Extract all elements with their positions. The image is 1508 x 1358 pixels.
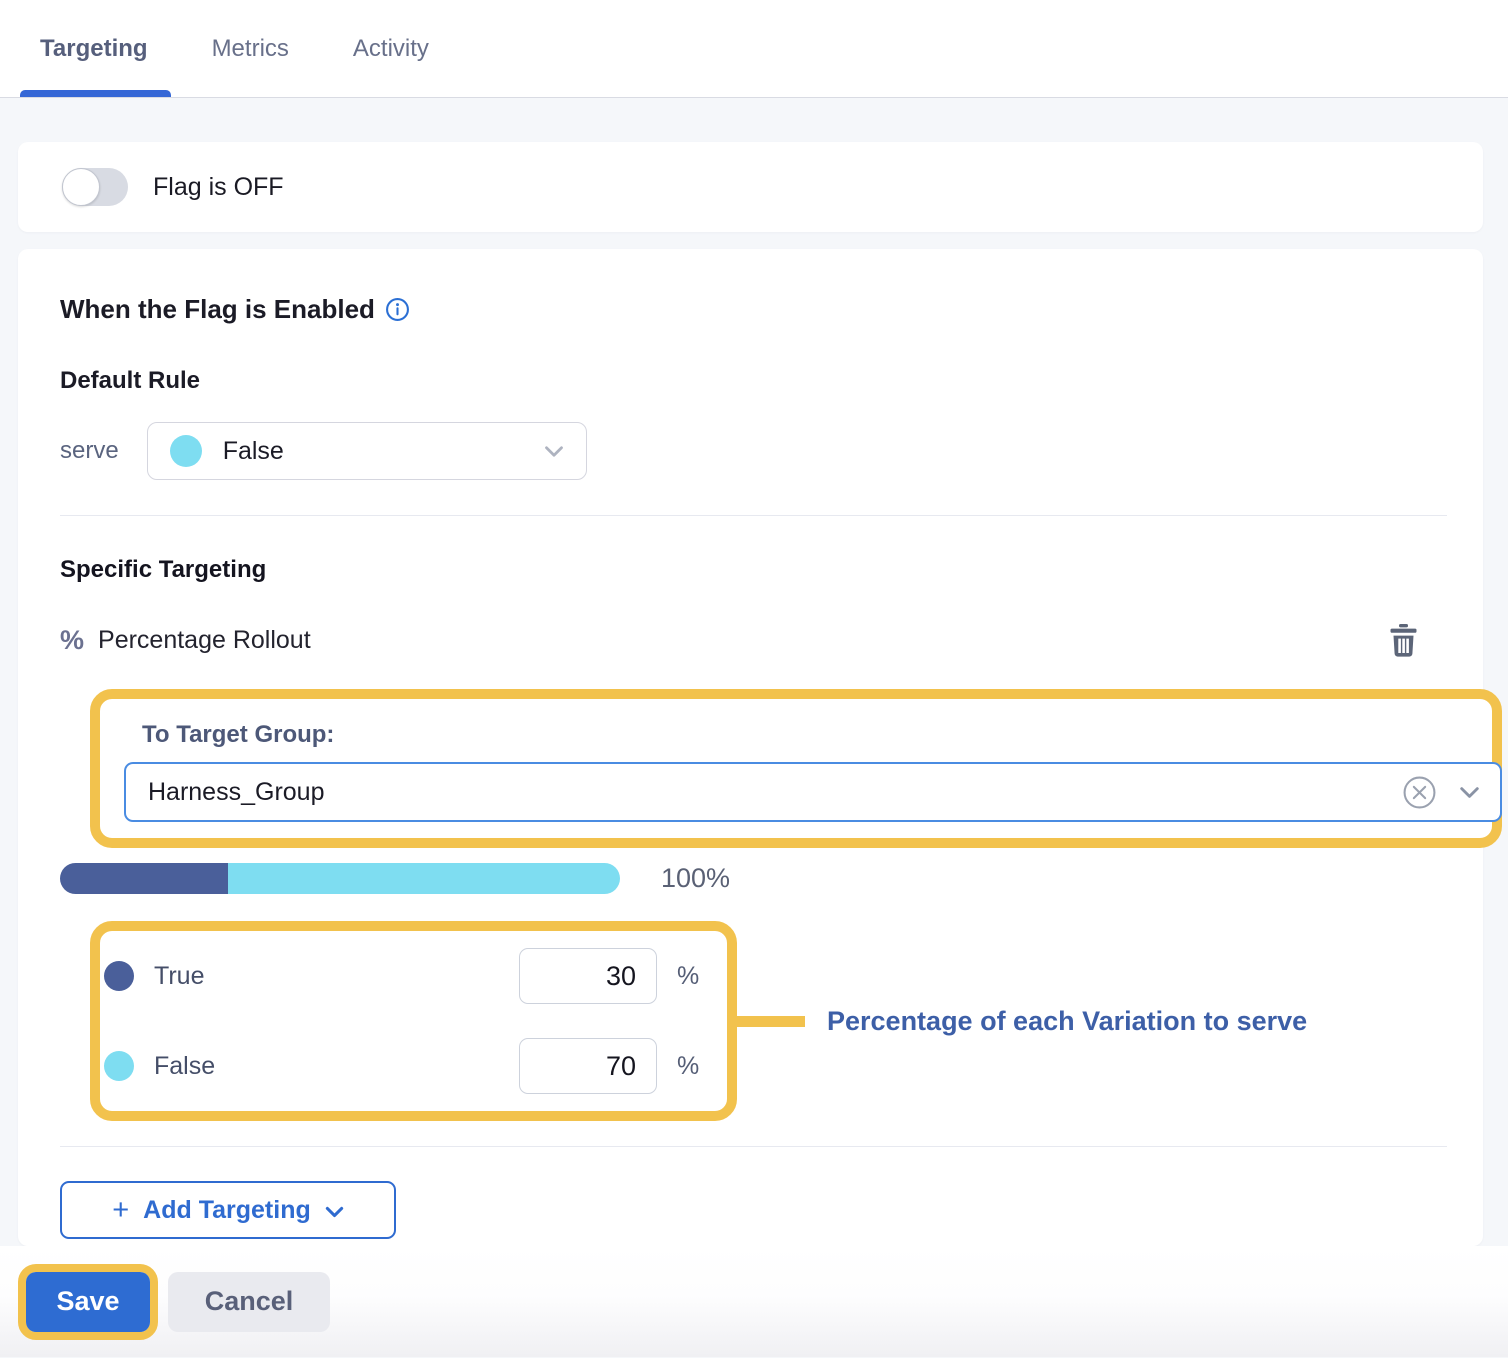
variation-false-name: False	[154, 1052, 215, 1081]
target-group-value: Harness_Group	[148, 778, 324, 807]
clear-selection-icon[interactable]	[1402, 775, 1437, 810]
flag-toggle[interactable]	[62, 168, 128, 206]
add-targeting-label: Add Targeting	[143, 1196, 311, 1225]
default-variation-select[interactable]: False	[147, 422, 587, 480]
tab-metrics[interactable]: Metrics	[212, 0, 289, 97]
variation-true-name: True	[154, 962, 204, 991]
percentage-rollout-header: % Percentage Rollout	[60, 624, 1447, 657]
percentage-rollout-title: Percentage Rollout	[98, 626, 311, 655]
add-targeting-button[interactable]: + Add Targeting	[60, 1181, 396, 1239]
variation-false-weight-input[interactable]	[519, 1038, 657, 1094]
annotation-connector-line	[737, 1016, 805, 1027]
info-icon[interactable]	[385, 297, 410, 322]
chevron-down-icon[interactable]	[1459, 786, 1480, 799]
target-group-select[interactable]: Harness_Group	[124, 762, 1502, 822]
variation-row-true: True %	[100, 945, 727, 1007]
serve-label: serve	[60, 437, 119, 465]
default-variation-value: False	[223, 437, 284, 466]
weight-distribution-bar	[60, 863, 620, 894]
targeting-card: When the Flag is Enabled Default Rule se…	[18, 249, 1483, 1246]
save-highlight-ring: Save	[18, 1264, 158, 1340]
cancel-button[interactable]: Cancel	[168, 1272, 330, 1332]
flag-state-label: Flag is OFF	[153, 173, 284, 202]
bar-segment-false	[228, 863, 620, 894]
flag-state-card: Flag is OFF	[18, 142, 1483, 232]
tab-targeting[interactable]: Targeting	[40, 0, 148, 97]
when-flag-enabled-title: When the Flag is Enabled	[60, 294, 375, 325]
action-footer: Save Cancel	[0, 1246, 1508, 1357]
tab-activity[interactable]: Activity	[353, 0, 429, 97]
bar-segment-true	[60, 863, 228, 894]
variation-true-dot	[104, 961, 134, 991]
variation-annotation-text: Percentage of each Variation to serve	[827, 1006, 1307, 1037]
variations-annotation-row: True % False % Percentage of each Variat…	[60, 894, 1447, 1121]
total-percentage-label: 100%	[661, 863, 730, 894]
chevron-down-icon	[544, 445, 564, 458]
tab-bar: Targeting Metrics Activity	[0, 0, 1508, 98]
variation-false-dot	[104, 1051, 134, 1081]
divider	[60, 515, 1447, 516]
default-rule-row: serve False	[60, 422, 1447, 480]
plus-icon: +	[112, 1196, 129, 1225]
variation-true-weight-input[interactable]	[519, 948, 657, 1004]
target-group-highlight-box: To Target Group: Harness_Group	[90, 689, 1502, 848]
variation-row-false: False %	[100, 1035, 727, 1097]
trash-icon[interactable]	[1389, 624, 1418, 657]
specific-targeting-heading: Specific Targeting	[60, 556, 1447, 584]
chevron-down-icon	[325, 1206, 344, 1218]
save-button[interactable]: Save	[26, 1272, 150, 1332]
default-rule-heading: Default Rule	[60, 367, 1447, 395]
target-group-label: To Target Group:	[142, 721, 1472, 749]
divider	[60, 1146, 1447, 1147]
flag-toggle-knob	[62, 168, 100, 206]
variations-highlight-box: True % False %	[90, 921, 737, 1121]
variation-color-dot	[170, 435, 202, 467]
when-flag-enabled-heading: When the Flag is Enabled	[60, 294, 1447, 325]
weight-distribution-row: 100%	[60, 863, 1447, 894]
percent-sign: %	[677, 1052, 703, 1081]
percent-icon: %	[60, 625, 84, 656]
percent-sign: %	[677, 962, 703, 991]
